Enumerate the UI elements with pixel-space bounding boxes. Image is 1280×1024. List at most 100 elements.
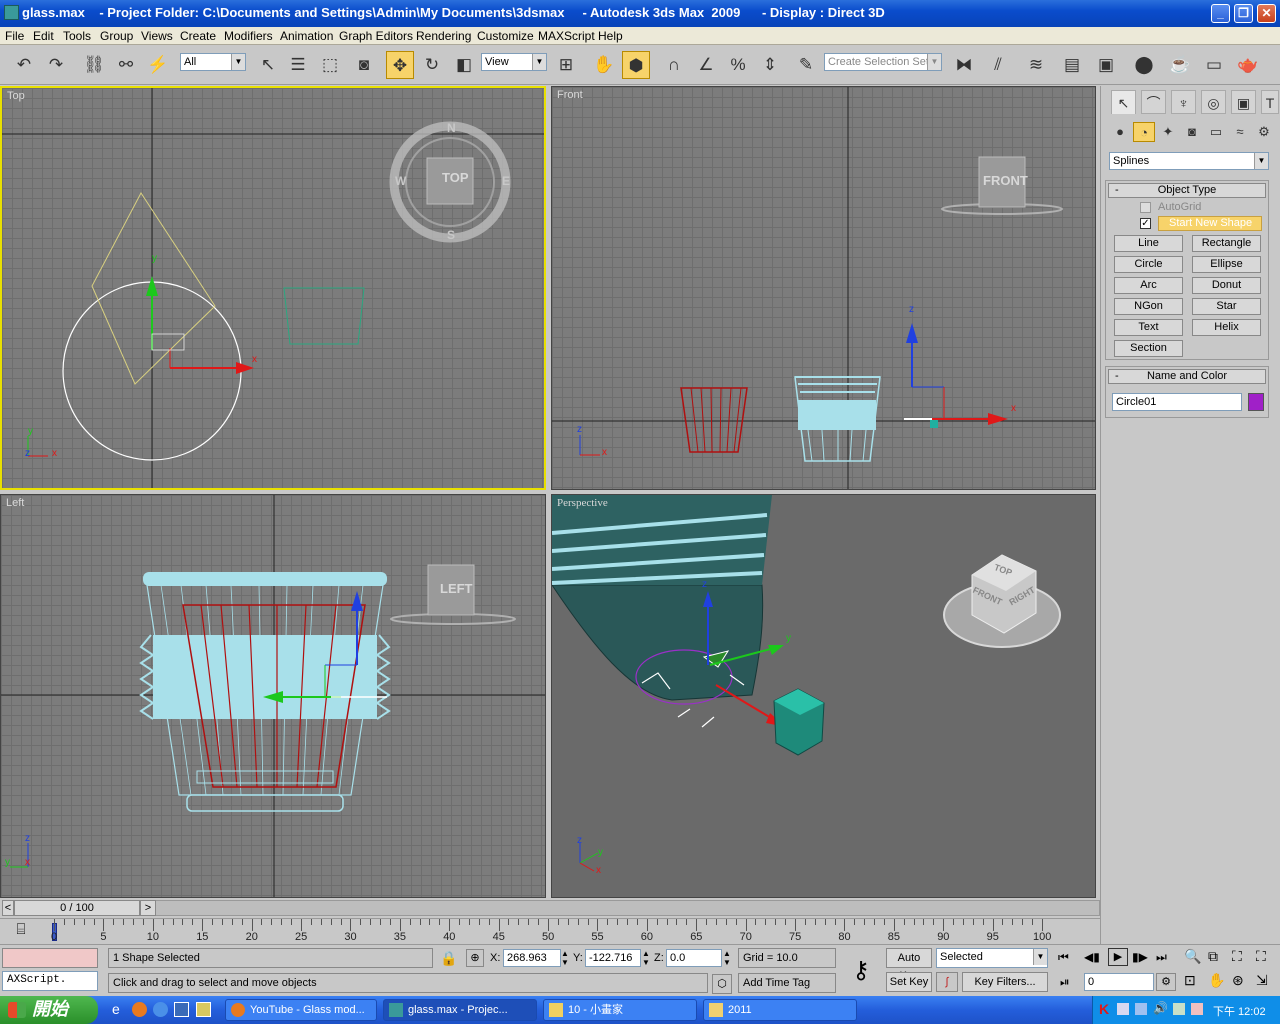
- task-youtube[interactable]: YouTube - Glass mod...: [225, 999, 377, 1021]
- menu-create[interactable]: Create: [180, 29, 216, 43]
- selection-filter-dropdown[interactable]: All ▼: [180, 53, 246, 71]
- viewcube-face-label[interactable]: TOP: [442, 170, 469, 185]
- z-spinner[interactable]: ▲ ▼: [723, 949, 731, 967]
- create-tab-icon[interactable]: ↖: [1111, 90, 1136, 114]
- next-frame-button[interactable]: >: [140, 900, 156, 916]
- default-tangent-icon[interactable]: ∫: [936, 972, 958, 992]
- maximize-button[interactable]: ❐: [1234, 4, 1253, 23]
- menu-file[interactable]: File: [5, 29, 24, 43]
- modify-tab-icon[interactable]: ⌒: [1141, 90, 1166, 114]
- name-color-header[interactable]: - Name and Color: [1108, 369, 1266, 384]
- app-icon[interactable]: [4, 5, 19, 20]
- key-mode-toggle-icon[interactable]: ⏯: [1060, 975, 1070, 990]
- curve-editor-icon[interactable]: ▤: [1058, 51, 1086, 79]
- cameras-icon[interactable]: ◙: [1181, 122, 1203, 142]
- zoom-region-icon[interactable]: ⊡: [1184, 972, 1196, 989]
- schematic-view-icon[interactable]: ▣: [1092, 51, 1120, 79]
- key-mode-dropdown[interactable]: Selected ▼: [936, 948, 1048, 968]
- text-button[interactable]: Text: [1114, 319, 1183, 336]
- y-coordinate-input[interactable]: -122.716: [585, 949, 641, 967]
- task-3dsmax[interactable]: glass.max - Projec...: [383, 999, 537, 1021]
- viewport-label[interactable]: Top: [7, 90, 25, 102]
- line-button[interactable]: Line: [1114, 235, 1183, 252]
- maximize-viewport-icon[interactable]: ⇲: [1256, 972, 1268, 989]
- display-tab-icon[interactable]: ▣: [1231, 90, 1256, 114]
- zoom-extents-icon[interactable]: ⛶: [1232, 948, 1242, 965]
- pivot-center-icon[interactable]: ⊞: [552, 51, 580, 79]
- menu-animation[interactable]: Animation: [280, 29, 333, 43]
- auto-key-button[interactable]: Auto Key: [886, 948, 932, 982]
- render-setup-icon[interactable]: ☕: [1166, 51, 1194, 79]
- viewport-label[interactable]: Front: [557, 89, 583, 101]
- task-folder[interactable]: 2011: [703, 999, 857, 1021]
- tray-app-icon[interactable]: [1191, 1003, 1203, 1015]
- object-type-header[interactable]: - Object Type: [1108, 183, 1266, 198]
- prev-frame-button[interactable]: <: [2, 900, 14, 916]
- track-bar[interactable]: ⌸ 0 5 10 15 20 25 30 35 40 45 50 55 60 65 70 75 80 85 90 95…: [0, 918, 1100, 944]
- key-filters-button[interactable]: Key Filters...: [962, 972, 1048, 992]
- redo-icon[interactable]: ↷: [42, 51, 70, 79]
- maxscript-input[interactable]: AXScript.: [2, 971, 98, 991]
- quick-launch-icon[interactable]: [196, 1002, 211, 1017]
- quick-render-icon[interactable]: 🫖: [1234, 51, 1262, 79]
- menu-edit[interactable]: Edit: [33, 29, 54, 43]
- unlink-icon[interactable]: ⚯: [112, 51, 140, 79]
- ie-icon[interactable]: e: [112, 1001, 120, 1017]
- spinner-snap-icon[interactable]: ⇕: [756, 51, 784, 79]
- geometry-icon[interactable]: ●: [1109, 122, 1131, 142]
- ngon-button[interactable]: NGon: [1114, 298, 1183, 315]
- zoom-all-icon[interactable]: ⧉: [1208, 948, 1218, 965]
- select-link-icon[interactable]: ⛓: [80, 51, 108, 79]
- object-color-swatch[interactable]: [1248, 393, 1264, 411]
- snaps-toggle-icon[interactable]: ∩: [660, 51, 688, 79]
- material-editor-icon[interactable]: ⬤: [1130, 51, 1158, 79]
- menu-maxscript[interactable]: MAXScript: [538, 29, 595, 43]
- start-new-shape-checkbox[interactable]: ✓: [1140, 218, 1151, 229]
- rectangle-button[interactable]: Rectangle: [1192, 235, 1261, 252]
- task-paint[interactable]: 10 - 小畫家: [543, 999, 697, 1021]
- utilities-tab-icon[interactable]: T: [1261, 90, 1279, 114]
- start-new-shape-label[interactable]: Start New Shape: [1158, 216, 1262, 231]
- go-to-end-icon[interactable]: ⏭: [1156, 950, 1167, 965]
- undo-icon[interactable]: ↶: [10, 51, 38, 79]
- time-slider-thumb[interactable]: 0 / 100: [14, 900, 140, 916]
- ellipse-button[interactable]: Ellipse: [1192, 256, 1261, 273]
- volume-icon[interactable]: 🔊: [1153, 1001, 1168, 1015]
- select-and-move-icon[interactable]: ✥: [386, 51, 414, 79]
- percent-snap-icon[interactable]: %: [724, 51, 752, 79]
- circle-button[interactable]: Circle: [1114, 256, 1183, 273]
- viewcube-face-label[interactable]: LEFT: [440, 581, 473, 596]
- chrome-icon[interactable]: [153, 1002, 168, 1017]
- menu-views[interactable]: Views: [141, 29, 173, 43]
- mirror-icon[interactable]: ⧓: [950, 51, 978, 79]
- menu-modifiers[interactable]: Modifiers: [224, 29, 273, 43]
- time-tag-icon[interactable]: ⬡: [712, 974, 732, 994]
- next-frame-icon[interactable]: ▮▶: [1132, 950, 1148, 964]
- viewport-top[interactable]: Top TOP N S E W y x y x z: [0, 86, 546, 490]
- select-by-name-icon[interactable]: ☰: [284, 51, 312, 79]
- viewport-left[interactable]: Left LEFT z y x: [0, 494, 546, 898]
- menu-group[interactable]: Group: [100, 29, 133, 43]
- add-time-tag[interactable]: Add Time Tag: [738, 973, 836, 993]
- section-button[interactable]: Section: [1114, 340, 1183, 357]
- time-config-icon[interactable]: ⚙: [1156, 973, 1176, 991]
- current-frame-input[interactable]: 0: [1084, 973, 1154, 991]
- set-key-icon[interactable]: ⚷: [842, 953, 880, 989]
- hierarchy-tab-icon[interactable]: ♆: [1171, 90, 1196, 114]
- viewport-label[interactable]: Perspective: [557, 497, 608, 509]
- mini-curve-editor-icon[interactable]: ⌸: [8, 921, 34, 943]
- select-and-scale-icon[interactable]: ◧: [450, 51, 478, 79]
- angle-snap-icon[interactable]: ∠: [692, 51, 720, 79]
- autogrid-checkbox[interactable]: [1140, 202, 1151, 213]
- previous-frame-icon[interactable]: ◀▮: [1084, 950, 1100, 964]
- motion-tab-icon[interactable]: ◎: [1201, 90, 1226, 114]
- space-warps-icon[interactable]: ≈: [1229, 122, 1251, 142]
- y-spinner[interactable]: ▲ ▼: [642, 949, 650, 967]
- viewcube-face-label[interactable]: FRONT: [983, 173, 1028, 188]
- reference-coord-dropdown[interactable]: View ▼: [481, 53, 547, 71]
- zoom-extents-all-icon[interactable]: ⛶: [1256, 948, 1266, 965]
- viewport-front[interactable]: Front FRONT z x z x: [551, 86, 1096, 490]
- category-dropdown[interactable]: Splines ▼: [1109, 152, 1269, 170]
- object-name-input[interactable]: Circle01: [1112, 393, 1242, 411]
- absolute-mode-icon[interactable]: ⊕: [466, 949, 484, 967]
